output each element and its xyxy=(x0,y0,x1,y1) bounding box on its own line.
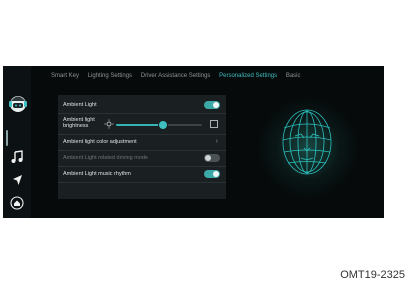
chevron-right-icon: › xyxy=(215,138,218,145)
driving-mode-toggle[interactable] xyxy=(204,154,220,162)
music-rhythm-row[interactable]: Ambient Light music rhythm xyxy=(58,167,226,183)
sidebar-divider xyxy=(6,130,8,146)
driving-mode-label: Ambient Light related driving mode xyxy=(63,155,148,161)
face-scan-icon xyxy=(282,109,332,175)
brightness-slider-thumb[interactable] xyxy=(159,121,168,129)
settings-tab-bar: Smart Key Lighting Settings Driver Assis… xyxy=(51,73,308,79)
music-rhythm-toggle[interactable] xyxy=(204,170,220,178)
music-rhythm-label: Ambient Light music rhythm xyxy=(63,171,131,177)
navigation-arrow-icon[interactable] xyxy=(10,173,24,187)
brightness-slider[interactable] xyxy=(116,121,202,129)
ambient-light-label: Ambient Light xyxy=(63,102,97,108)
tab-lighting-settings[interactable]: Lighting Settings xyxy=(88,73,132,79)
home-icon[interactable] xyxy=(10,196,24,210)
ambient-light-toggle[interactable] xyxy=(204,101,220,109)
brightness-slider-fill xyxy=(116,124,164,126)
color-adjustment-label: Ambient light color adjustment xyxy=(63,139,137,145)
color-adjustment-row[interactable]: Ambient light color adjustment › xyxy=(58,135,226,151)
tab-personalized-settings[interactable]: Personalized Settings xyxy=(219,73,277,79)
ambient-light-row[interactable]: Ambient Light xyxy=(58,98,226,114)
assistant-avatar-icon[interactable] xyxy=(8,92,28,114)
sidebar xyxy=(3,66,31,218)
brightness-low-icon xyxy=(104,119,114,129)
figure-caption: OMT19-2325 xyxy=(340,269,405,281)
driving-mode-row[interactable]: Ambient Light related driving mode xyxy=(58,151,226,167)
brightness-row: Ambient light brightness xyxy=(58,114,226,135)
brightness-label: Ambient light brightness xyxy=(63,117,95,129)
infotainment-screen: Smart Key Lighting Settings Driver Assis… xyxy=(3,66,384,218)
tab-smart-key[interactable]: Smart Key xyxy=(51,73,79,79)
tab-driver-assistance-settings[interactable]: Driver Assistance Settings xyxy=(141,73,211,79)
tab-basic[interactable]: Basic xyxy=(286,73,301,79)
ambient-light-settings-panel: Ambient Light Ambient light brightness Am… xyxy=(58,95,226,199)
brightness-high-icon xyxy=(210,120,218,128)
music-note-icon[interactable] xyxy=(10,150,24,164)
